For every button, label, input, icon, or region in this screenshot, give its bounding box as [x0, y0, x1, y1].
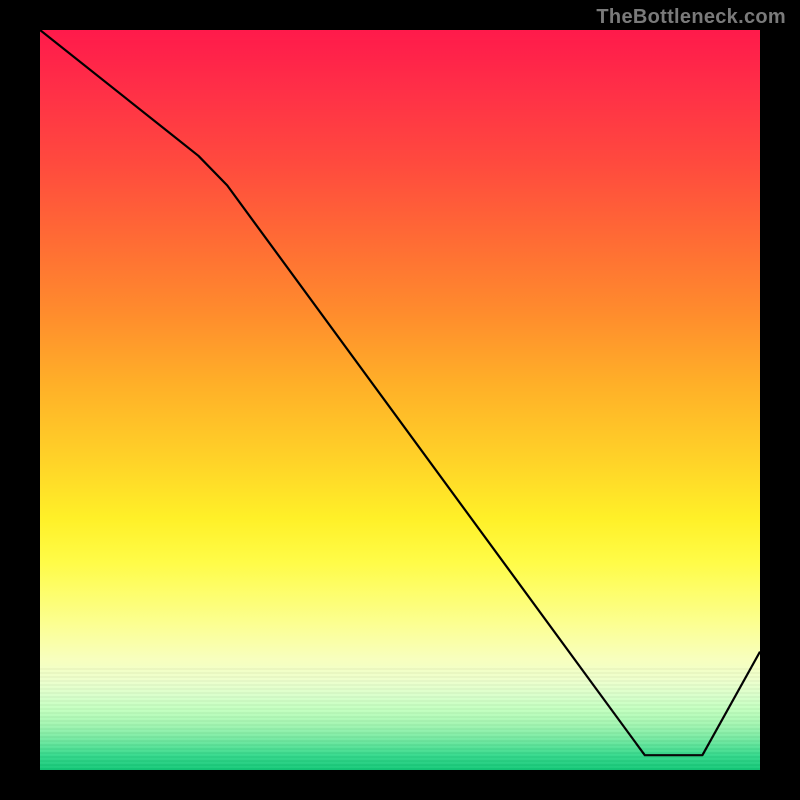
chart-frame: TheBottleneck.com [0, 0, 800, 800]
curve-path [40, 30, 760, 755]
watermark-text: TheBottleneck.com [596, 6, 786, 29]
plot-area [40, 30, 760, 770]
chart-line-layer [40, 30, 760, 770]
